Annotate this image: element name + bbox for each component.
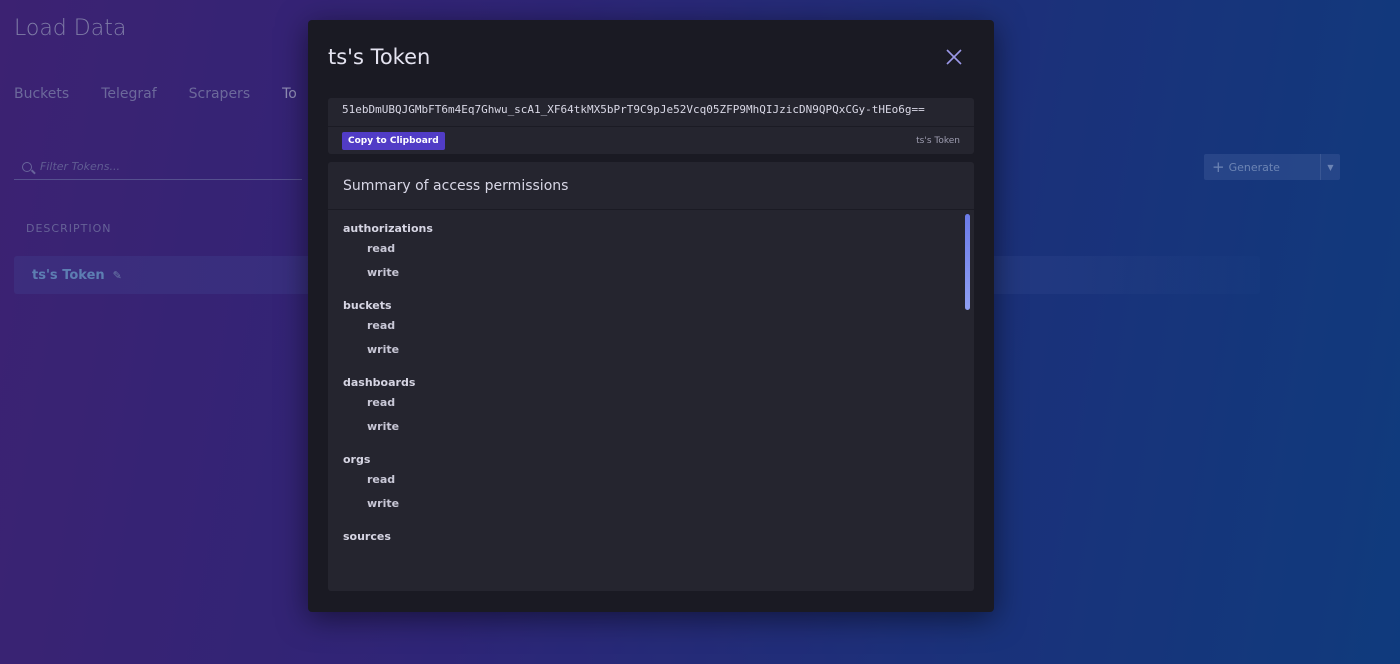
permission-action: read [367,473,396,486]
permissions-list[interactable]: authorizations read write buckets read w… [328,211,974,591]
close-button[interactable] [944,47,964,67]
permission-action: write [367,497,400,510]
token-caption: ts's Token [916,136,960,146]
permission-action: write [367,266,400,279]
permission-group: orgs read write [328,452,974,516]
permissions-scrollbar[interactable] [965,214,970,310]
permission-group: buckets read write [328,298,974,362]
permission-group: authorizations read write [328,221,974,285]
close-icon [946,49,962,65]
modal-title: ts's Token [328,45,431,69]
permission-action: read [367,319,396,332]
permissions-panel: Summary of access permissions authorizat… [328,162,974,591]
copy-to-clipboard-button[interactable]: Copy to Clipboard [342,132,445,150]
divider [328,126,974,127]
permission-resource: sources [343,530,391,543]
token-box: 51ebDmUBQJGMbFT6m4Eq7Ghwu_scA1_XF64tkMX5… [328,98,974,154]
permission-group: sources [328,529,974,545]
permission-action: write [367,343,400,356]
token-value: 51ebDmUBQJGMbFT6m4Eq7Ghwu_scA1_XF64tkMX5… [342,103,925,116]
permission-resource: authorizations [343,222,433,235]
permission-action: read [367,396,396,409]
permission-resource: buckets [343,299,392,312]
permission-group: dashboards read write [328,375,974,439]
permission-resource: orgs [343,453,371,466]
permission-action: write [367,420,400,433]
permissions-header: Summary of access permissions [328,162,974,210]
token-modal: ts's Token 51ebDmUBQJGMbFT6m4Eq7Ghwu_scA… [308,20,994,612]
permission-action: read [367,242,396,255]
permission-resource: dashboards [343,376,416,389]
